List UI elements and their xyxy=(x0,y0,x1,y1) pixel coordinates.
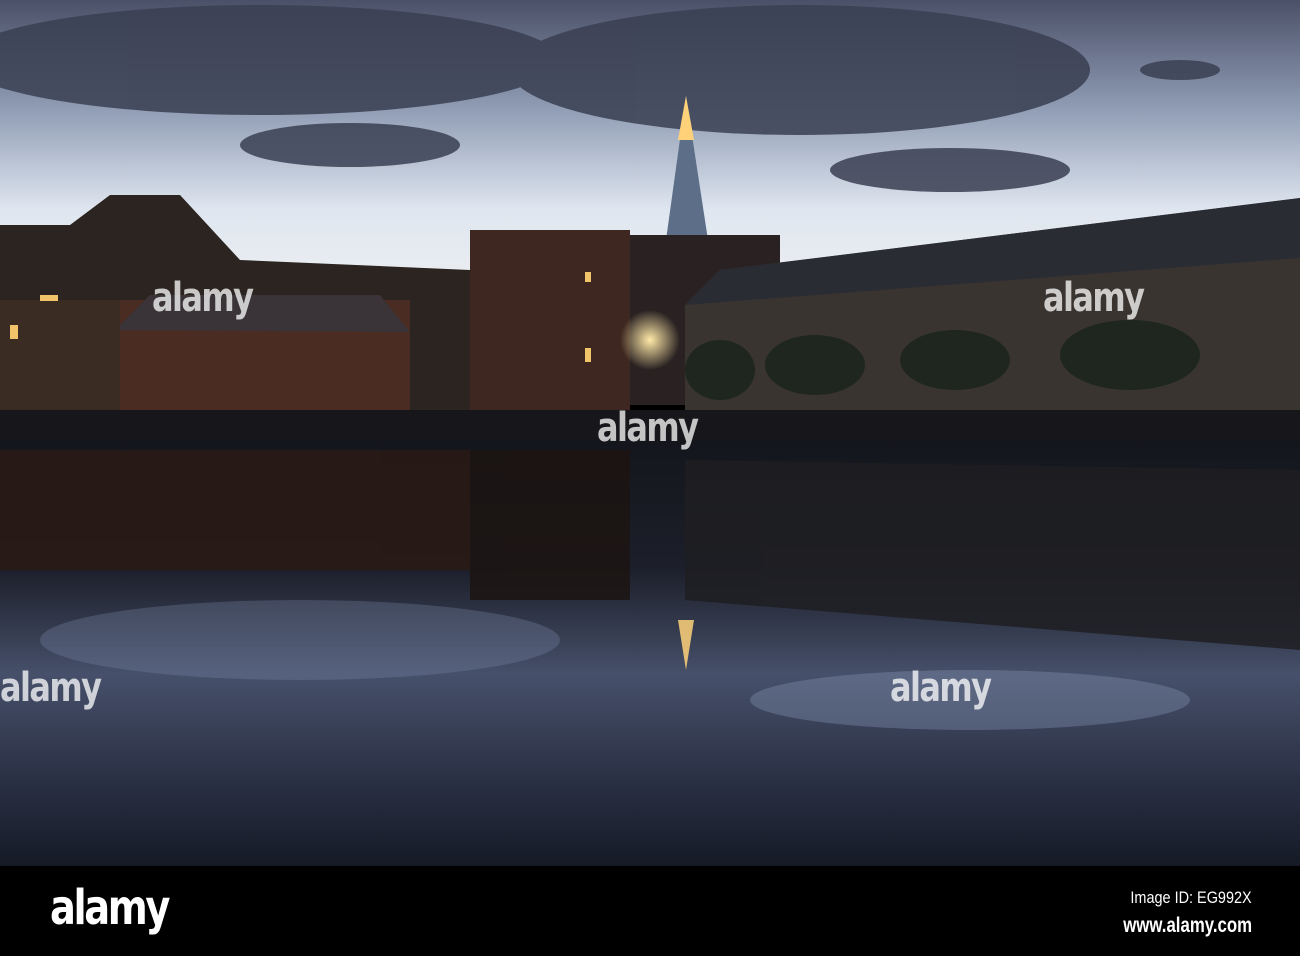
watermark: alamy xyxy=(597,405,699,451)
image-id: Image ID: EG992X xyxy=(1130,888,1252,907)
watermark: alamy xyxy=(890,665,992,711)
alamy-logo: alamy xyxy=(50,880,170,936)
footer-bar: alamy Image ID: EG992X www.alamy.com xyxy=(0,866,1300,956)
watermark: alamy xyxy=(152,275,254,321)
watermark: alamy xyxy=(0,665,102,711)
website-link[interactable]: www.alamy.com xyxy=(1123,914,1252,938)
watermark: alamy xyxy=(1043,275,1145,321)
